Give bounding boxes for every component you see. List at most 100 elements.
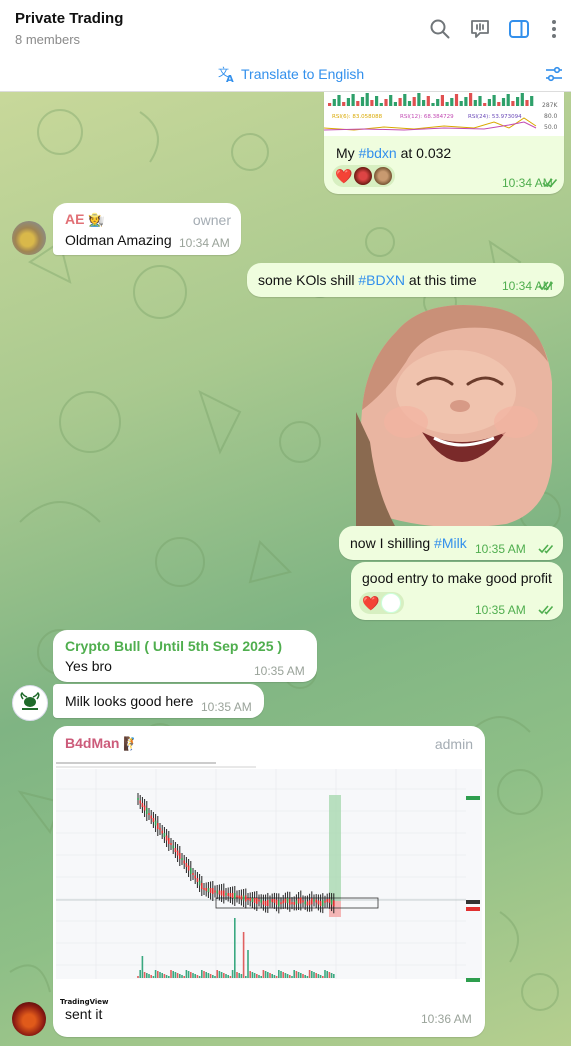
candle-body — [302, 900, 304, 903]
volume-bar — [487, 99, 491, 106]
candle-body — [313, 899, 315, 902]
volume-bar — [407, 101, 412, 106]
candle-body — [278, 900, 280, 907]
volume-bar — [183, 976, 185, 978]
volume-bar — [328, 972, 331, 978]
heart-reaction[interactable]: ❤️ — [362, 594, 379, 612]
sidebar-icon[interactable] — [507, 17, 531, 41]
candle-body — [234, 893, 236, 899]
volume-bar — [242, 932, 245, 978]
candle-body — [260, 899, 262, 903]
volume-bar — [253, 973, 256, 978]
candle-body — [205, 888, 207, 891]
message-text: now I shilling #Milk — [350, 535, 467, 551]
message-bubble-incoming[interactable]: AE 🧑‍🌾 owner Oldman Amazing 10:34 AM — [53, 203, 241, 255]
volume-bar — [139, 970, 141, 978]
volume-bar — [146, 973, 148, 978]
volume-bar — [295, 971, 298, 978]
role-badge: admin — [434, 736, 473, 752]
volume-bar — [293, 970, 295, 978]
volume-bar — [417, 93, 421, 106]
volume-bar — [267, 972, 269, 978]
volume-bar — [506, 94, 510, 106]
volume-bar — [445, 102, 449, 106]
avatar[interactable] — [12, 221, 46, 255]
candle-body — [253, 898, 256, 903]
avatar[interactable] — [12, 1002, 46, 1036]
reactions[interactable]: ❤️ — [332, 165, 396, 187]
volume-bar — [398, 98, 402, 106]
volume-bar — [201, 970, 203, 978]
candle-body — [185, 863, 188, 867]
volume-bar — [264, 971, 267, 978]
volume-bar — [501, 98, 506, 106]
candle-body — [176, 850, 179, 856]
volume-bar — [143, 972, 146, 978]
heart-reaction[interactable]: ❤️ — [335, 167, 352, 185]
volume-bar — [342, 102, 346, 106]
candle-body — [212, 888, 214, 894]
message-text: Oldman Amazing — [65, 232, 172, 248]
hashtag-link[interactable]: #bdxn — [359, 145, 397, 161]
chat-area[interactable]: 287K 80.0 50.0 RSI(6): 83.058088 RSI(12)… — [0, 92, 571, 1046]
volume-bar — [356, 101, 360, 106]
volume-bar — [333, 974, 335, 978]
volume-bar — [483, 103, 487, 106]
message-bubble-incoming[interactable]: Milk looks good here 10:35 AM — [53, 684, 264, 718]
volume-bar — [223, 973, 225, 978]
search-icon[interactable] — [428, 17, 452, 41]
read-checks-icon — [542, 178, 558, 188]
reactor-avatar-icon — [374, 167, 393, 185]
candle-body — [214, 890, 216, 893]
volume-bar — [375, 96, 379, 106]
avatar[interactable] — [12, 685, 48, 721]
candle-body — [295, 900, 298, 905]
volume-bar — [403, 94, 407, 106]
sender-name[interactable]: AE 🧑‍🌾 — [65, 211, 105, 228]
candle-body — [227, 893, 229, 896]
volume-bar — [174, 972, 177, 978]
hashtag-link[interactable]: #Milk — [434, 535, 467, 551]
trading-chart-image[interactable]: TradingView — [56, 759, 482, 1009]
hashtag-link[interactable]: #BDXN — [358, 272, 405, 288]
message-bubble-outgoing[interactable]: now I shilling #Milk 10:35 AM — [339, 526, 563, 560]
reactor-avatar-icon — [381, 593, 402, 613]
candle-body — [172, 845, 174, 849]
sender-name[interactable]: B4dMan 🧗 — [65, 735, 140, 752]
message-time: 10:35 AM — [475, 542, 526, 556]
message-bubble-outgoing[interactable]: 287K 80.0 50.0 RSI(6): 83.058088 RSI(12)… — [324, 92, 564, 194]
message-time: 10:35 AM — [254, 664, 305, 678]
volume-bar — [157, 971, 159, 978]
candle-body — [207, 888, 210, 892]
message-text: good entry to make good profit — [362, 570, 552, 586]
voice-chat-icon[interactable] — [468, 17, 492, 41]
translate-button[interactable]: 文 A Translate to English — [218, 65, 364, 83]
volume-bar — [520, 93, 524, 106]
chat-title[interactable]: Private Trading — [15, 10, 123, 27]
volume-bar — [332, 99, 336, 106]
volume-bar — [163, 974, 166, 978]
candle-body — [317, 900, 320, 905]
sender-name[interactable]: Crypto Bull ( Until 5th Sep 2025 ) — [65, 638, 282, 654]
candle-body — [289, 898, 291, 905]
volume-bar — [249, 971, 251, 978]
volume-bar — [179, 974, 181, 978]
message-bubble-outgoing[interactable]: good entry to make good profit ❤️ 10:35 … — [351, 562, 563, 620]
message-bubble-incoming[interactable]: B4dMan 🧗 admin TradingView sent it 10:36… — [53, 726, 485, 1037]
candle-body — [163, 833, 166, 837]
volume-bar — [297, 972, 300, 978]
settings-sliders-icon[interactable] — [544, 64, 564, 84]
message-bubble-outgoing[interactable]: some KOls shill #BDXN at this time 10:34… — [247, 263, 564, 297]
volume-bar — [181, 975, 183, 978]
more-icon[interactable] — [542, 17, 566, 41]
candle-body — [148, 813, 150, 815]
message-bubble-incoming[interactable]: Crypto Bull ( Until 5th Sep 2025 ) Yes b… — [53, 630, 317, 682]
volume-bar — [275, 976, 278, 978]
candle-body — [190, 868, 192, 874]
volume-bar — [469, 93, 473, 106]
laughing-baby-sticker[interactable] — [356, 302, 554, 528]
volume-bar — [209, 974, 212, 978]
candle-body — [275, 899, 278, 905]
chart-image-crop[interactable]: 287K 80.0 50.0 RSI(6): 83.058088 RSI(12)… — [324, 92, 564, 136]
reactions[interactable]: ❤️ — [359, 592, 405, 614]
